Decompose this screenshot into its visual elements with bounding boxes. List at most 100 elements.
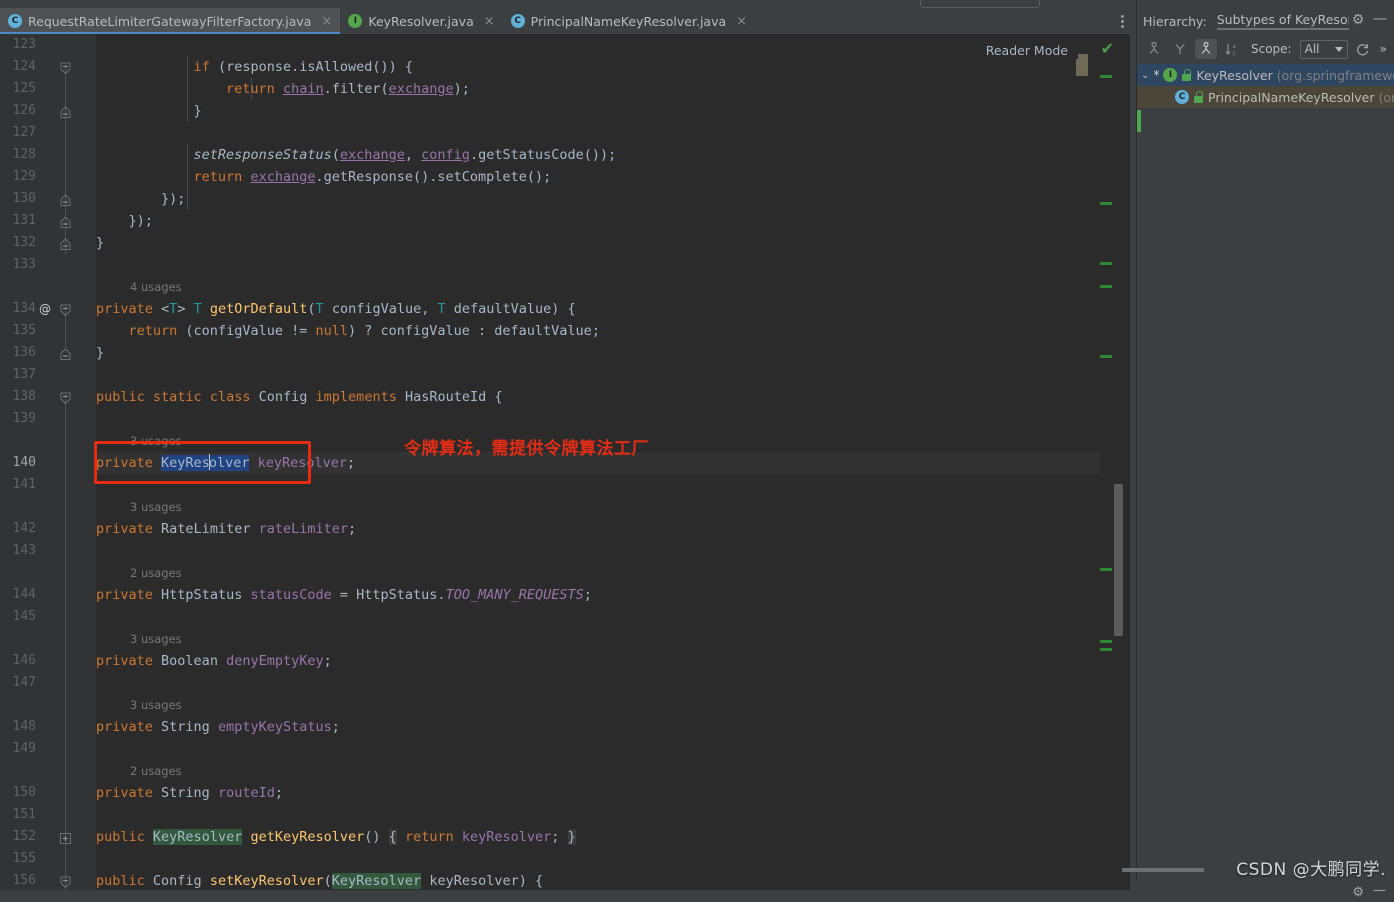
vcs-change-marker[interactable] xyxy=(1100,640,1112,643)
usages-hint[interactable]: 2 usages xyxy=(130,562,182,584)
gear-icon[interactable]: ⚙ xyxy=(1350,12,1366,28)
code-line-129[interactable]: return exchange.getResponse().setComplet… xyxy=(96,166,1100,188)
code-line-127[interactable] xyxy=(96,122,1100,144)
code-line-125[interactable]: return chain.filter(exchange); xyxy=(96,78,1100,100)
code-fold-icon[interactable] xyxy=(59,874,72,889)
code-line-133[interactable] xyxy=(96,254,1100,276)
line-number[interactable]: 143 xyxy=(0,540,40,562)
close-icon[interactable]: × xyxy=(484,15,495,28)
line-number[interactable]: 129 xyxy=(0,166,40,188)
line-number[interactable]: 135 xyxy=(0,320,40,342)
code-editor[interactable]: Reader Mode ✔ 123 124 125 126 127 128 129 130 13… xyxy=(0,34,1136,902)
editor-tab-principal-name-key-resolver[interactable]: C PrincipalNameKeyResolver.java × xyxy=(503,8,755,34)
editor-gutter[interactable]: 123 124 125 126 127 128 129 130 131 132 133 134 135 1… xyxy=(0,34,96,902)
line-number[interactable]: 133 xyxy=(0,254,40,276)
vcs-change-marker[interactable] xyxy=(1100,202,1112,205)
gear-icon[interactable]: ⚙ xyxy=(1352,885,1364,900)
line-number[interactable]: 142 xyxy=(0,518,40,540)
code-line-138[interactable]: public static class Config implements Ha… xyxy=(96,386,1100,408)
line-number[interactable]: 151 xyxy=(0,804,40,826)
line-number[interactable]: 138 xyxy=(0,386,40,408)
scrollbar-thumb[interactable] xyxy=(1114,484,1123,636)
minimize-icon[interactable]: — xyxy=(1373,883,1386,898)
refresh-icon[interactable] xyxy=(1352,39,1374,59)
usages-hint[interactable]: 3 usages xyxy=(130,430,182,452)
usages-hint[interactable]: 3 usages xyxy=(130,496,182,518)
code-fold-icon[interactable] xyxy=(59,214,72,228)
code-line-130[interactable]: }); xyxy=(96,188,1100,210)
editor-tab-request-rate-limiter[interactable]: C RequestRateLimiterGatewayFilterFactory… xyxy=(0,8,341,34)
code-line-143[interactable] xyxy=(96,540,1100,562)
reader-mode-label[interactable]: Reader Mode xyxy=(979,42,1078,59)
code-line-136[interactable]: } xyxy=(96,342,1100,364)
type-hierarchy-icon[interactable] xyxy=(1143,39,1165,59)
code-fold-icon[interactable] xyxy=(59,60,72,75)
code-line-155[interactable] xyxy=(96,848,1100,870)
code-line-146[interactable]: private Boolean denyEmptyKey; xyxy=(96,650,1100,672)
code-fold-icon[interactable] xyxy=(59,390,72,405)
line-number[interactable]: 132 xyxy=(0,232,40,254)
code-line-131[interactable]: }); xyxy=(96,210,1100,232)
hierarchy-tab-subtypes[interactable]: Subtypes of KeyResol xyxy=(1216,12,1349,30)
code-line-145[interactable] xyxy=(96,606,1100,628)
subtypes-hierarchy-icon[interactable] xyxy=(1195,39,1217,59)
line-number[interactable]: 144 xyxy=(0,584,40,606)
code-fold-icon[interactable] xyxy=(59,346,72,360)
line-number[interactable]: 131 xyxy=(0,210,40,232)
close-icon[interactable]: × xyxy=(321,15,332,28)
minimize-icon[interactable]: — xyxy=(1372,12,1388,28)
code-line-144[interactable]: private HttpStatus statusCode = HttpStat… xyxy=(96,584,1100,606)
code-line-150[interactable]: private String routeId; xyxy=(96,782,1100,804)
code-line-134[interactable]: private <T> T getOrDefault(T configValue… xyxy=(96,298,1100,320)
line-number[interactable]: 130 xyxy=(0,188,40,210)
vcs-change-marker[interactable] xyxy=(1100,568,1112,571)
line-number[interactable]: 145 xyxy=(0,606,40,628)
code-line-124[interactable]: if (response.isAllowed()) { xyxy=(96,56,1100,78)
editor-vertical-scrollbar[interactable] xyxy=(1114,34,1130,902)
line-number[interactable]: 152 xyxy=(0,826,40,848)
code-line-156[interactable]: public Config setKeyResolver(KeyResolver… xyxy=(96,870,1100,892)
annotation-at-icon[interactable]: @ xyxy=(38,302,52,316)
usages-hint[interactable]: 3 usages xyxy=(130,628,182,650)
selected-token[interactable]: KeyResolver xyxy=(161,454,250,471)
line-number[interactable]: 146 xyxy=(0,650,40,672)
line-number[interactable]: 134 xyxy=(0,298,40,320)
inspection-ok-icon[interactable]: ✔ xyxy=(1101,41,1114,57)
line-number[interactable]: 141 xyxy=(0,474,40,496)
usages-hint[interactable]: 4 usages xyxy=(130,276,182,298)
line-number[interactable]: 136 xyxy=(0,342,40,364)
vcs-change-marker[interactable] xyxy=(1100,355,1112,358)
code-line-126[interactable]: } xyxy=(96,100,1100,122)
supertypes-hierarchy-icon[interactable] xyxy=(1169,39,1191,59)
code-surface[interactable]: if (response.isAllowed()) { return chain… xyxy=(96,34,1100,902)
line-number[interactable]: 128 xyxy=(0,144,40,166)
line-number[interactable]: 127 xyxy=(0,122,40,144)
editor-marker-strip[interactable] xyxy=(1076,34,1112,902)
editor-tab-key-resolver[interactable]: I KeyResolver.java × xyxy=(340,8,502,34)
vcs-change-marker[interactable] xyxy=(1100,648,1112,651)
toolbar-overflow-icon[interactable]: » xyxy=(1380,42,1387,56)
usages-hint[interactable]: 2 usages xyxy=(130,760,182,782)
line-number[interactable]: 124 xyxy=(0,56,40,78)
scope-dropdown[interactable]: All xyxy=(1299,39,1348,59)
code-fold-icon[interactable] xyxy=(59,302,72,317)
code-line-149[interactable] xyxy=(96,738,1100,760)
code-fold-icon[interactable] xyxy=(59,236,72,250)
line-number[interactable]: 155 xyxy=(0,848,40,870)
line-number[interactable]: 149 xyxy=(0,738,40,760)
line-number[interactable]: 126 xyxy=(0,100,40,122)
vcs-change-marker[interactable] xyxy=(1100,262,1112,265)
line-number[interactable]: 125 xyxy=(0,78,40,100)
code-line-152[interactable]: public KeyResolver getKeyResolver() { re… xyxy=(96,826,1100,848)
line-number[interactable]: 148 xyxy=(0,716,40,738)
hierarchy-tree[interactable]: ⌄ * I KeyResolver (org.springframewo C P… xyxy=(1137,64,1394,124)
code-line-141[interactable] xyxy=(96,474,1100,496)
code-line-132[interactable]: } xyxy=(96,232,1100,254)
code-line-135[interactable]: return (configValue != null) ? configVal… xyxy=(96,320,1100,342)
line-number[interactable]: 140 xyxy=(0,452,40,474)
code-line-128[interactable]: setResponseStatus(exchange, config.getSt… xyxy=(96,144,1100,166)
code-line-142[interactable]: private RateLimiter rateLimiter; xyxy=(96,518,1100,540)
line-number[interactable]: 150 xyxy=(0,782,40,804)
code-line-137[interactable] xyxy=(96,364,1100,386)
usages-hint[interactable]: 3 usages xyxy=(130,694,182,716)
